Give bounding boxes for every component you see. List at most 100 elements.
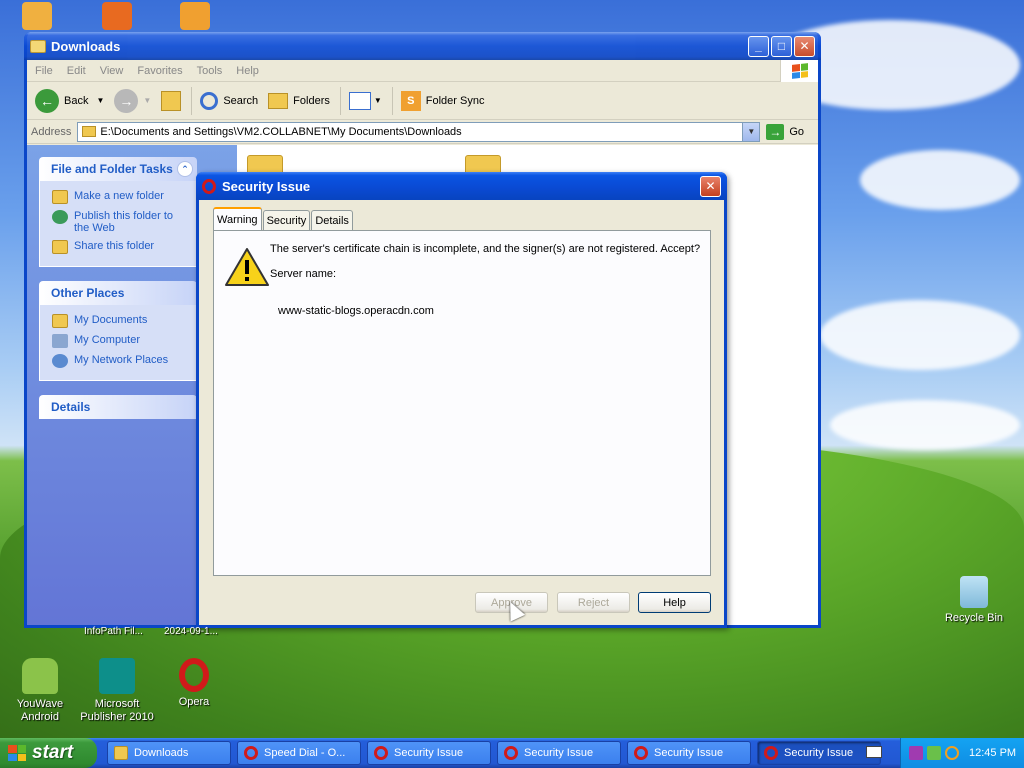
address-input[interactable]: E:\Documents and Settings\VM2.COLLABNET\… xyxy=(77,121,761,142)
dropdown-arrow-icon: ▼ xyxy=(373,96,382,105)
cloud xyxy=(820,300,1020,370)
dialog-tabs: Warning Security Details xyxy=(213,207,354,230)
dialog-title: Security Issue xyxy=(222,178,311,194)
go-button[interactable]: → Go xyxy=(766,123,804,140)
address-label: Address xyxy=(31,125,72,138)
publish-folder-link[interactable]: Publish this folder to the Web xyxy=(52,210,190,234)
dialog-titlebar[interactable]: Security Issue ✕ xyxy=(196,172,727,200)
security-issue-dialog: Security Issue ✕ Warning Security Detail… xyxy=(196,172,727,628)
desktop-icon-youwave[interactable]: YouWave Android xyxy=(0,658,80,724)
search-label: Search xyxy=(223,94,259,107)
folders-label: Folders xyxy=(293,94,330,107)
my-network-places-link[interactable]: My Network Places xyxy=(52,354,190,368)
file-tasks-panel: File and Folder Tasks ⌃ Make a new folde… xyxy=(39,157,197,267)
clock[interactable]: 12:45 PM xyxy=(969,747,1016,759)
keyboard-icon[interactable] xyxy=(866,746,882,758)
publisher-icon xyxy=(99,658,135,694)
desktop-icon-app[interactable] xyxy=(180,2,210,30)
details-header[interactable]: Details xyxy=(39,395,197,419)
views-button[interactable]: ▼ xyxy=(348,91,382,110)
menu-file[interactable]: File xyxy=(35,65,53,77)
folders-icon xyxy=(268,92,289,109)
folder-icon xyxy=(82,126,97,137)
my-documents-link[interactable]: My Documents xyxy=(52,314,190,328)
search-button[interactable]: Search xyxy=(200,91,259,110)
back-label: Back xyxy=(64,94,89,107)
desktop-icon-label-date[interactable]: 2024-09-1... xyxy=(164,626,218,637)
menu-edit[interactable]: Edit xyxy=(67,65,86,77)
desktop-icon-label-infopath[interactable]: InfoPath Fil... xyxy=(84,626,143,637)
forward-button[interactable]: → ▼ xyxy=(114,88,151,113)
taskbar-item-downloads[interactable]: Downloads xyxy=(107,741,231,765)
collapse-chevron-icon[interactable]: ⌃ xyxy=(177,161,193,177)
network-icon[interactable] xyxy=(927,746,941,760)
menu-view[interactable]: View xyxy=(100,65,124,77)
address-bar: Address E:\Documents and Settings\VM2.CO… xyxy=(27,120,818,144)
desktop-icon-opera[interactable]: Opera xyxy=(154,658,234,709)
up-button[interactable] xyxy=(161,90,182,111)
windows-flag-icon xyxy=(8,745,26,761)
toolbar-separator xyxy=(191,86,193,115)
search-icon xyxy=(200,91,219,110)
start-button[interactable]: start xyxy=(0,738,97,768)
opera-icon xyxy=(504,746,518,760)
opera-icon xyxy=(202,178,216,194)
network-icon xyxy=(52,354,68,368)
dropdown-arrow-icon[interactable]: ▼ xyxy=(143,96,151,105)
other-places-panel: Other Places My Documents My Computer My… xyxy=(39,281,197,381)
menu-tools[interactable]: Tools xyxy=(197,65,223,77)
taskbar-item-security-issue[interactable]: Security Issue xyxy=(367,741,491,765)
onenote-icon[interactable] xyxy=(909,746,923,760)
desktop-icon-outlook[interactable] xyxy=(22,2,52,30)
help-button[interactable]: Help xyxy=(638,592,711,613)
taskbar: start Downloads Speed Dial - O... Securi… xyxy=(0,738,1024,768)
folder-sync-label: Folder Sync xyxy=(425,94,485,107)
tab-details[interactable]: Details xyxy=(311,210,353,230)
go-label: Go xyxy=(789,125,804,138)
other-places-header[interactable]: Other Places xyxy=(39,281,197,305)
folder-sync-button[interactable]: S Folder Sync xyxy=(400,90,485,111)
dropdown-arrow-icon[interactable]: ▼ xyxy=(96,96,104,105)
share-folder-link[interactable]: Share this folder xyxy=(52,240,190,254)
dialog-close-button[interactable]: ✕ xyxy=(700,175,721,197)
minimize-button[interactable]: _ xyxy=(748,35,769,57)
taskbar-item-security-issue-active[interactable]: Security Issue xyxy=(757,741,881,765)
folder-sync-icon: S xyxy=(400,90,421,111)
warning-tab-panel: The server's certificate chain is incomp… xyxy=(213,230,711,576)
folders-button[interactable]: Folders xyxy=(268,92,330,109)
file-tasks-header[interactable]: File and Folder Tasks ⌃ xyxy=(39,157,197,181)
desktop-icon-ie[interactable] xyxy=(102,2,132,30)
close-button[interactable]: ✕ xyxy=(794,35,815,57)
system-tray: 12:45 PM xyxy=(900,738,1024,768)
tab-security[interactable]: Security xyxy=(262,210,311,230)
taskbar-item-security-issue[interactable]: Security Issue xyxy=(497,741,621,765)
share-folder-icon xyxy=(52,240,68,254)
recycle-bin-icon xyxy=(960,576,988,608)
toolbar-separator xyxy=(339,86,341,115)
cloud xyxy=(830,400,1020,450)
taskbar-item-speed-dial[interactable]: Speed Dial - O... xyxy=(237,741,361,765)
warning-icon xyxy=(225,248,269,286)
maximize-button[interactable]: □ xyxy=(771,35,792,57)
forward-arrow-icon: → xyxy=(114,88,139,113)
menu-help[interactable]: Help xyxy=(236,65,259,77)
desktop-icon-publisher[interactable]: Microsoft Publisher 2010 xyxy=(77,658,157,724)
my-computer-link[interactable]: My Computer xyxy=(52,334,190,348)
tab-warning[interactable]: Warning xyxy=(213,207,262,230)
make-new-folder-link[interactable]: Make a new folder xyxy=(52,190,190,204)
back-button[interactable]: ← Back ▼ xyxy=(35,88,104,113)
explorer-titlebar[interactable]: Downloads _ □ ✕ xyxy=(24,32,821,60)
search-icon[interactable] xyxy=(945,746,959,760)
desktop-icon-recycle-bin[interactable]: Recycle Bin xyxy=(934,576,1014,625)
address-dropdown-icon[interactable]: ▼ xyxy=(742,122,760,141)
warning-message: The server's certificate chain is incomp… xyxy=(270,243,701,255)
computer-icon xyxy=(52,334,68,348)
opera-icon xyxy=(244,746,258,760)
menu-favorites[interactable]: Favorites xyxy=(137,65,182,77)
toolbar: ← Back ▼ → ▼ Search Folders ▼ S Folder S… xyxy=(27,82,818,120)
cloud xyxy=(860,150,1020,210)
taskbar-item-security-issue[interactable]: Security Issue xyxy=(627,741,751,765)
reject-button[interactable]: Reject xyxy=(557,592,630,613)
globe-icon xyxy=(52,210,68,224)
server-name-value: www-static-blogs.operacdn.com xyxy=(278,305,434,317)
